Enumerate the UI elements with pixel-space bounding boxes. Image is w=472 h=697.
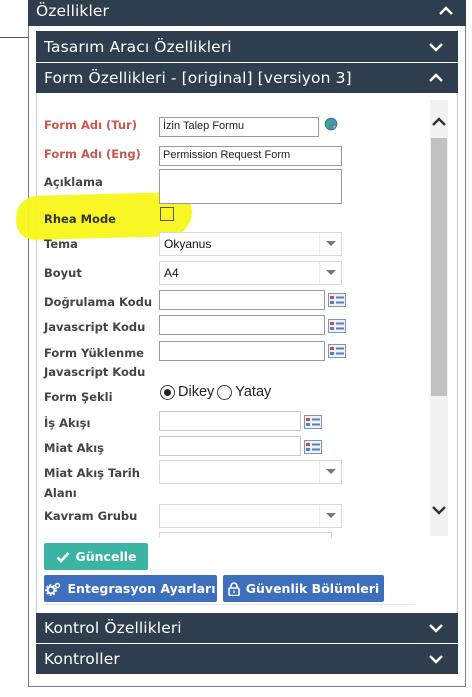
section-control-properties[interactable]: Kontrol Özellikleri [36,613,458,643]
list-picker-icon[interactable] [328,343,346,358]
chevron-down-icon [326,241,336,246]
select-separator [319,505,320,527]
javascript-code-input[interactable] [159,315,325,335]
form-layout-radio-group: Dikey Yatay [160,384,274,400]
gears-icon [45,582,61,596]
integration-settings-label: Entegrasyon Ayarları [67,581,216,596]
section-title: Form Özellikleri - [original] [versiyon … [44,69,352,87]
label-rhea-mode: Rhea Mode [44,212,116,226]
section-controls[interactable]: Kontroller [36,644,458,674]
label-javascript-code: Javascript Kodu [44,320,146,334]
lock-icon [227,581,240,596]
label-form-layout: Form Şekli [44,390,113,404]
chevron-down-icon [326,469,336,474]
list-picker-icon[interactable] [328,318,346,333]
label-form-load-js-line2: Javascript Kodu [44,365,146,379]
size-select[interactable]: A4 [159,261,342,285]
background-divider [0,37,28,38]
rhea-mode-checkbox[interactable] [160,207,174,221]
label-form-name-en: Form Adı (Eng) [44,147,141,161]
chevron-up-icon[interactable] [438,3,454,19]
list-picker-icon[interactable] [328,292,346,307]
form-load-js-input[interactable] [159,341,325,361]
label-deadline-date-field-line1: Miat Akış Tarih [44,466,140,480]
label-description: Açıklama [44,175,103,189]
properties-header[interactable]: Özellikler [28,0,466,26]
label-theme: Tema [44,237,78,251]
workflow-input[interactable] [159,411,301,431]
description-textarea[interactable] [159,169,342,204]
check-icon [56,551,69,563]
deadline-flow-input[interactable] [159,436,301,456]
form-name-en-input[interactable]: Permission Request Form [159,146,342,166]
section-form-properties[interactable]: Form Özellikleri - [original] [versiyon … [36,63,458,93]
form-name-tr-input[interactable]: İzin Talep Formu [159,117,319,137]
chevron-down-icon[interactable] [428,39,444,55]
validation-code-input[interactable] [159,290,325,310]
chevron-down-icon[interactable] [428,651,444,667]
integration-settings-button[interactable]: Entegrasyon Ayarları [44,575,217,602]
select-separator [319,461,320,483]
security-sections-label: Güvenlik Bölümleri [245,581,380,596]
list-picker-icon[interactable] [304,439,322,454]
label-form-load-js-line1: Form Yüklenme [44,346,144,360]
size-select-value: A4 [164,266,179,280]
list-picker-icon[interactable] [304,414,322,429]
label-concept-group: Kavram Grubu [44,509,138,523]
label-deadline-date-field-line2: Alanı [44,486,77,500]
deadline-date-field-select[interactable] [159,460,342,484]
next-select-partial[interactable] [159,532,332,538]
properties-title: Özellikler [36,2,109,20]
update-button-label: Güncelle [75,549,137,564]
globe-icon[interactable] [322,116,342,136]
section-design-tool-properties[interactable]: Tasarım Aracı Özellikleri [36,31,458,62]
radio-horizontal[interactable] [217,384,233,400]
label-size: Boyut [44,266,82,280]
section-title: Kontroller [44,650,120,668]
label-workflow: İş Akışı [44,416,91,430]
radio-selected-dot [164,388,171,396]
section-divider [44,604,414,605]
security-sections-button[interactable]: Güvenlik Bölümleri [223,575,384,602]
section-title: Tasarım Aracı Özellikleri [44,37,232,56]
scrollbar-thumb[interactable] [431,138,447,396]
label-deadline-flow: Miat Akış [44,441,104,455]
chevron-up-icon[interactable] [428,70,444,86]
theme-select[interactable]: Okyanus [159,232,342,256]
select-separator [319,262,320,284]
scroll-up-icon[interactable] [431,114,447,130]
chevron-down-icon [326,513,336,518]
scroll-down-icon[interactable] [431,502,447,518]
radio-horizontal-label[interactable]: Yatay [235,384,271,400]
select-separator [319,233,320,255]
update-button[interactable]: Güncelle [44,543,148,570]
radio-vertical[interactable] [160,384,175,400]
form-scrollbar[interactable] [430,100,448,536]
label-form-name-tr: Form Adı (Tur) [44,118,137,132]
section-title: Kontrol Özellikleri [44,619,182,637]
chevron-down-icon[interactable] [428,620,444,636]
chevron-down-icon [326,270,336,275]
label-validation-code: Doğrulama Kodu [44,295,153,309]
theme-select-value: Okyanus [164,237,212,251]
radio-vertical-label[interactable]: Dikey [178,384,214,400]
concept-group-select[interactable] [159,504,342,528]
